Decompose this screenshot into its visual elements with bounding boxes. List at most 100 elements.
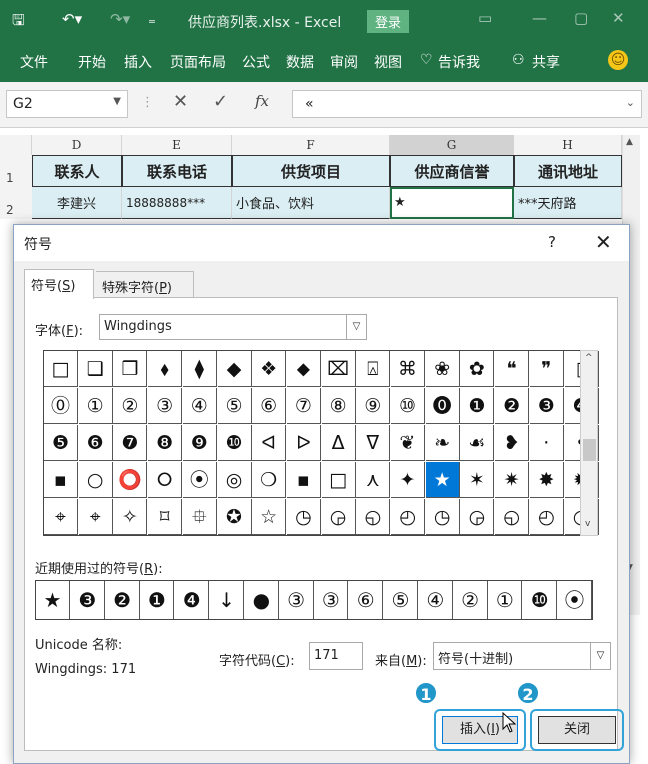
confirm-entry-icon[interactable]: ✓ bbox=[213, 91, 228, 112]
insert-function-icon[interactable]: fx bbox=[255, 92, 269, 110]
drag-handle-icon[interactable]: ⋮ bbox=[141, 95, 154, 110]
recent-symbol-cell[interactable]: ④ bbox=[419, 581, 453, 619]
symbol-cell[interactable]: ④ bbox=[182, 388, 217, 424]
column-header-e[interactable]: E bbox=[122, 135, 232, 155]
undo-icon[interactable]: ↶▾ bbox=[62, 10, 82, 28]
symbol-cell[interactable]: ᐅ bbox=[286, 425, 321, 461]
symbol-cell[interactable]: ⯐ bbox=[182, 499, 217, 535]
maximize-icon[interactable]: ▢ bbox=[574, 9, 588, 27]
symbol-cell[interactable]: ❼ bbox=[113, 425, 148, 461]
symbol-cell[interactable]: ③ bbox=[148, 388, 183, 424]
symbol-cell[interactable]: ❻ bbox=[78, 425, 113, 461]
header-cell-supply-items[interactable]: 供货项目 bbox=[232, 155, 390, 187]
symbol-cell[interactable]: ⬥ bbox=[286, 351, 321, 387]
recent-symbol-cell[interactable]: ⑤ bbox=[384, 581, 418, 619]
header-cell-address[interactable]: 通讯地址 bbox=[514, 155, 622, 187]
recent-symbol-cell[interactable]: ● bbox=[245, 581, 279, 619]
symbol-cell[interactable]: ❞ bbox=[529, 351, 564, 387]
expand-formula-icon[interactable]: ⌄ bbox=[626, 96, 635, 109]
cell-g2-selected[interactable]: ★ bbox=[390, 187, 514, 219]
dialog-close-icon[interactable]: ✕ bbox=[595, 230, 612, 254]
select-all-corner[interactable] bbox=[0, 135, 32, 155]
recent-symbol-cell[interactable]: ❿ bbox=[523, 581, 558, 619]
symbol-cell[interactable]: ⬧ bbox=[148, 351, 183, 387]
symbol-cell[interactable]: ❍ bbox=[252, 462, 287, 498]
symbol-cell[interactable]: ⧫ bbox=[182, 351, 217, 387]
header-cell-phone[interactable]: 联系电话 bbox=[122, 155, 232, 187]
cell-f2[interactable]: 小食品、饮料 bbox=[232, 187, 390, 219]
customize-qat-icon[interactable]: ₌ bbox=[148, 10, 156, 28]
symbol-cell[interactable]: ◵ bbox=[495, 499, 530, 535]
symbol-cell[interactable]: ○ bbox=[78, 462, 113, 498]
row-header-1[interactable]: 1 bbox=[0, 155, 32, 187]
symbol-cell[interactable]: ⑧ bbox=[321, 388, 356, 424]
redo-icon[interactable]: ↷▾ bbox=[110, 10, 130, 28]
recent-symbol-cell[interactable]: ⦿ bbox=[558, 581, 592, 619]
scroll-thumb[interactable] bbox=[583, 439, 596, 461]
symbol-cell[interactable]: ◴ bbox=[529, 499, 564, 535]
symbol-cell[interactable]: ⑩ bbox=[391, 388, 425, 424]
symbol-cell[interactable]: ❥ bbox=[495, 425, 530, 461]
tab-insert[interactable]: 插入 bbox=[124, 52, 152, 72]
scroll-up-icon[interactable]: ^ bbox=[585, 353, 593, 363]
share-button[interactable]: 共享 bbox=[532, 52, 560, 72]
symbol-cell[interactable]: ◴ bbox=[391, 499, 425, 535]
name-box[interactable]: G2 ▼ bbox=[6, 90, 128, 118]
symbol-grid-scrollbar[interactable]: ^ v bbox=[580, 350, 598, 536]
symbol-cell[interactable]: ⌖ bbox=[44, 499, 78, 535]
symbol-cell[interactable]: ☆ bbox=[252, 499, 287, 535]
symbol-cell[interactable]: ✸ bbox=[529, 462, 564, 498]
symbol-cell[interactable]: ᐁ bbox=[356, 425, 391, 461]
cancel-entry-icon[interactable]: ✕ bbox=[173, 91, 188, 112]
cell-d2[interactable]: 李建兴 bbox=[32, 187, 122, 219]
symbol-cell[interactable]: ◆ bbox=[217, 351, 252, 387]
ribbon-display-icon[interactable]: ▭ bbox=[478, 9, 492, 27]
symbol-cell[interactable]: ⍓ bbox=[356, 351, 391, 387]
symbol-cell[interactable]: ✧ bbox=[113, 499, 148, 535]
recent-symbol-cell[interactable]: ❹ bbox=[175, 581, 210, 619]
symbol-cell[interactable]: ⓪ bbox=[44, 388, 78, 424]
header-cell-contact[interactable]: 联系人 bbox=[32, 155, 122, 187]
recent-symbol-cell[interactable]: ❷ bbox=[106, 581, 140, 619]
chevron-down-icon[interactable]: ▽ bbox=[346, 315, 366, 339]
recent-symbol-cell[interactable]: ③ bbox=[314, 581, 349, 619]
scroll-up-icon[interactable]: ▲ bbox=[626, 137, 633, 147]
symbol-cell[interactable]: ⭘ bbox=[148, 462, 183, 498]
recent-symbol-cell[interactable]: ❸ bbox=[71, 581, 105, 619]
symbol-cell[interactable]: □ bbox=[321, 462, 356, 498]
symbol-cell[interactable]: ⌘ bbox=[391, 351, 425, 387]
symbol-cell[interactable]: ❀ bbox=[425, 351, 460, 387]
symbol-cell[interactable]: ✿ bbox=[460, 351, 495, 387]
symbol-cell[interactable]: ❒ bbox=[113, 351, 148, 387]
column-header-d[interactable]: D bbox=[32, 135, 122, 155]
symbol-cell[interactable]: ❶ bbox=[460, 388, 495, 424]
feedback-smiley-icon[interactable]: ☺ bbox=[608, 50, 628, 70]
tell-me-search[interactable]: 告诉我 bbox=[438, 52, 480, 72]
symbol-cell[interactable]: ❧ bbox=[425, 425, 460, 461]
char-code-input[interactable]: 171 bbox=[309, 642, 363, 670]
formula-input[interactable]: « ⌄ bbox=[292, 90, 642, 118]
symbol-cell[interactable]: ᐃ bbox=[321, 425, 356, 461]
symbol-cell[interactable]: ① bbox=[78, 388, 113, 424]
tab-data[interactable]: 数据 bbox=[286, 52, 314, 72]
symbol-cell[interactable]: ❺ bbox=[44, 425, 78, 461]
symbol-cell[interactable]: ❷ bbox=[495, 388, 530, 424]
symbol-cell[interactable]: ⦿ bbox=[182, 462, 217, 498]
row-header-2[interactable]: 2 bbox=[0, 187, 32, 219]
symbol-cell[interactable]: ⑨ bbox=[356, 388, 391, 424]
tab-formulas[interactable]: 公式 bbox=[242, 52, 270, 72]
dialog-title-bar[interactable]: 符号 ? ✕ bbox=[14, 225, 629, 261]
header-cell-reputation[interactable]: 供应商信誉 bbox=[390, 155, 514, 187]
save-icon[interactable]: 🖫 bbox=[12, 10, 25, 35]
symbol-cell[interactable]: ▪ bbox=[44, 462, 78, 498]
symbol-cell[interactable]: ❾ bbox=[182, 425, 217, 461]
symbol-cell[interactable]: ✶ bbox=[460, 462, 495, 498]
symbol-cell[interactable]: ✷ bbox=[495, 462, 530, 498]
symbol-cell[interactable]: ◷ bbox=[286, 499, 321, 535]
symbol-cell[interactable]: ② bbox=[113, 388, 148, 424]
close-button[interactable]: 关闭 bbox=[538, 716, 616, 744]
symbol-cell[interactable]: ⋏ bbox=[356, 462, 391, 498]
help-button[interactable]: ? bbox=[548, 233, 556, 251]
chevron-down-icon[interactable]: ▽ bbox=[590, 643, 610, 669]
column-header-f[interactable]: F bbox=[232, 135, 390, 155]
